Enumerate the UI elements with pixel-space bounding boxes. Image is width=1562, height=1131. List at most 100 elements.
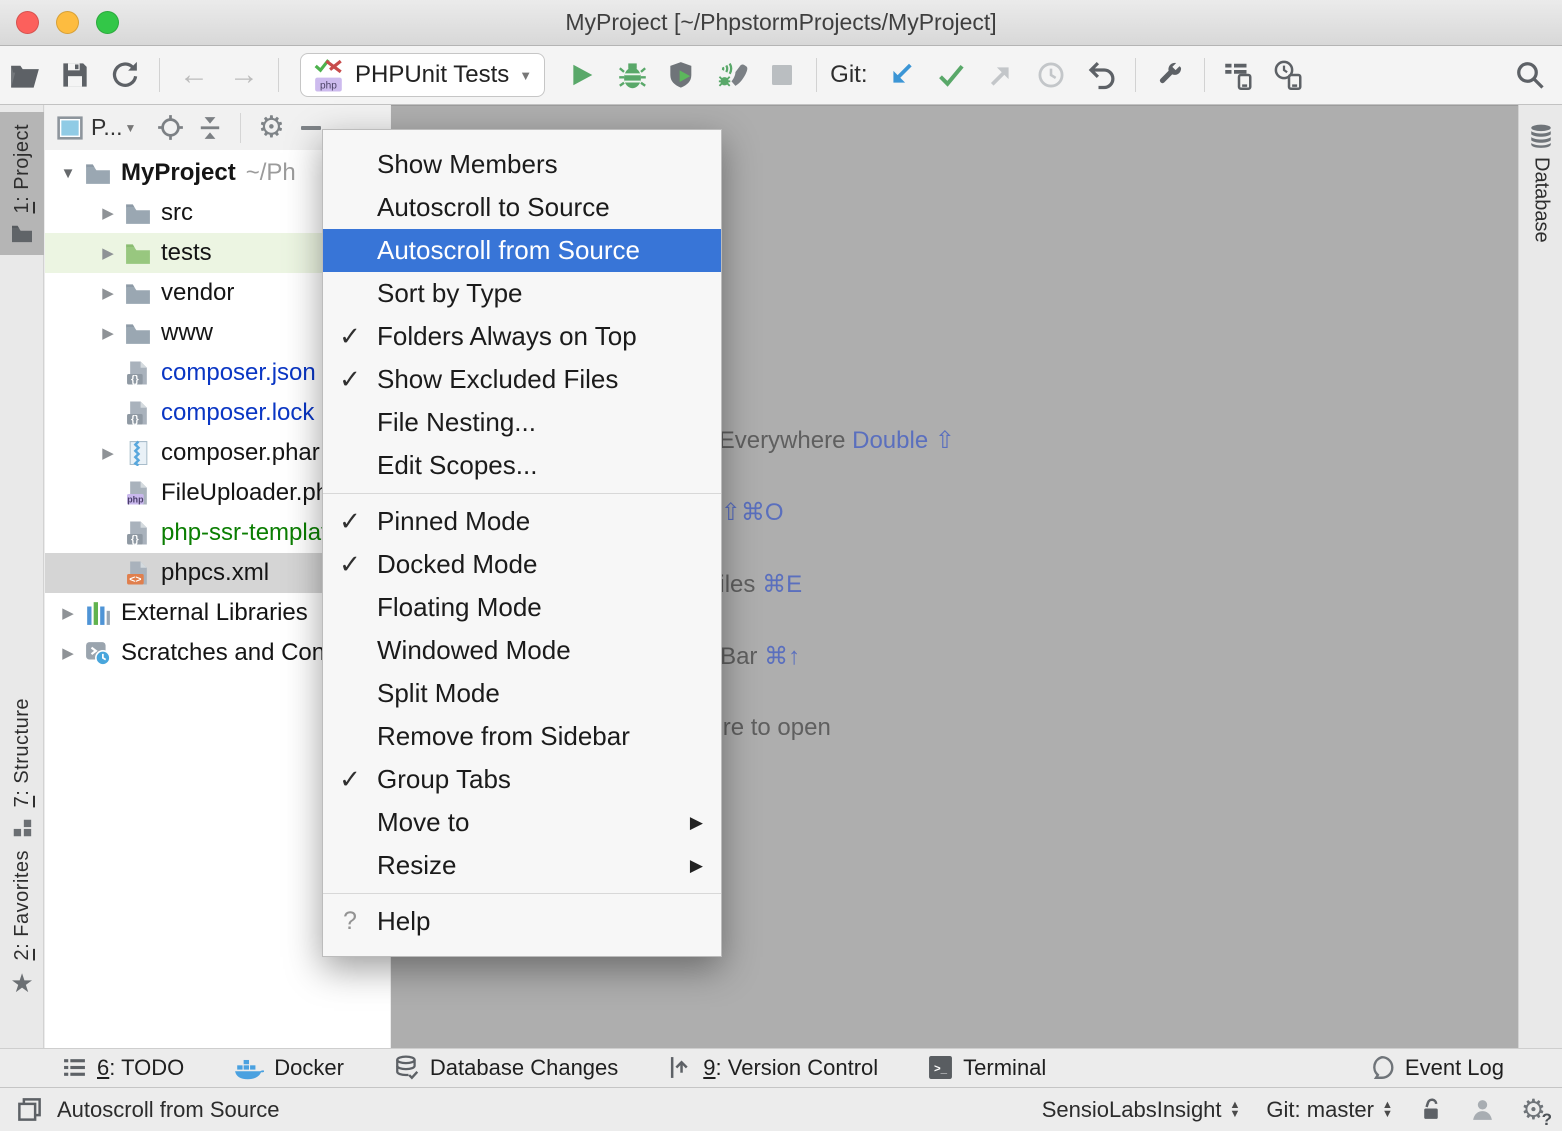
- debug-icon[interactable]: [614, 57, 650, 93]
- menu-item-split-mode[interactable]: Split Mode: [323, 672, 721, 715]
- open-icon[interactable]: [7, 57, 43, 93]
- menu-item-resize[interactable]: Resize▶: [323, 844, 721, 887]
- menu-item-docked-mode[interactable]: ✓Docked Mode: [323, 543, 721, 586]
- archive-file-icon: [123, 438, 153, 468]
- libraries-icon-icon: [83, 598, 113, 628]
- chevron-collapsed-icon[interactable]: ▶: [93, 244, 123, 262]
- git-commit-icon[interactable]: [933, 57, 969, 93]
- toolbar-separator: [159, 58, 160, 92]
- device-clock-icon[interactable]: [1271, 57, 1307, 93]
- collapse-all-icon[interactable]: [194, 112, 226, 144]
- zoom-button[interactable]: [96, 11, 119, 34]
- tree-item-label: phpcs.xml: [161, 559, 269, 587]
- folder-gray-icon: [83, 158, 113, 188]
- menu-item-label: Help: [377, 906, 721, 937]
- tool-window-button-label: Database Changes: [430, 1055, 618, 1081]
- tab-database[interactable]: Database: [1519, 123, 1562, 243]
- updown-arrows-icon: ▲▼: [1230, 1101, 1241, 1119]
- git-label: Git:: [830, 61, 867, 89]
- phpunit-icon: php: [313, 57, 345, 93]
- folder-gray-icon: [123, 278, 153, 308]
- tree-item-path-suffix: ~/Ph: [246, 159, 296, 187]
- close-button[interactable]: [16, 11, 39, 34]
- tool-window-button-version-control[interactable]: 9: Version Control: [668, 1055, 878, 1081]
- main-toolbar: ← → php PHPUnit Tests ▼ Git:: [0, 46, 1562, 105]
- menu-item-floating-mode[interactable]: Floating Mode: [323, 586, 721, 629]
- chevron-collapsed-icon[interactable]: ▶: [53, 604, 83, 622]
- menu-item-autoscroll-from-source[interactable]: Autoscroll from Source: [323, 229, 721, 272]
- status-message: Autoscroll from Source: [57, 1097, 280, 1123]
- sync-icon[interactable]: [107, 57, 143, 93]
- gear-help-icon[interactable]: ⚙?: [1521, 1096, 1546, 1124]
- xml-file-icon: <>: [123, 558, 153, 588]
- tree-item-label: composer.json: [161, 359, 316, 387]
- wrench-icon[interactable]: [1152, 57, 1188, 93]
- minimize-button[interactable]: [56, 11, 79, 34]
- menu-separator: [323, 893, 721, 894]
- revert-icon[interactable]: [1083, 57, 1119, 93]
- status-bar-widgets: SensioLabsInsight▲▼ Git: master▲▼ ⚙?: [1042, 1096, 1546, 1124]
- git-update-icon[interactable]: [883, 57, 919, 93]
- chevron-down-icon[interactable]: ▼: [125, 121, 137, 135]
- svg-text:{}: {}: [131, 414, 139, 425]
- menu-item-help[interactable]: ?Help: [323, 900, 721, 943]
- menu-item-autoscroll-to-source[interactable]: Autoscroll to Source: [323, 186, 721, 229]
- run-coverage-icon[interactable]: [664, 57, 700, 93]
- menu-item-group-tabs[interactable]: ✓Group Tabs: [323, 758, 721, 801]
- run-icon[interactable]: [564, 57, 600, 93]
- chevron-expanded-icon[interactable]: ▼: [53, 165, 83, 182]
- menu-item-file-nesting[interactable]: File Nesting...: [323, 401, 721, 444]
- checkmark-icon: ✓: [323, 764, 377, 795]
- search-icon[interactable]: [1512, 57, 1548, 93]
- toolbar-separator: [1204, 58, 1205, 92]
- menu-item-pinned-mode[interactable]: ✓Pinned Mode: [323, 500, 721, 543]
- chevron-collapsed-icon[interactable]: ▶: [93, 444, 123, 462]
- tool-window-button-event-log[interactable]: Event Log: [1369, 1055, 1504, 1081]
- tab-favorites[interactable]: 2: Favorites★: [0, 838, 44, 1008]
- tool-window-toggle-icon[interactable]: [16, 1096, 43, 1123]
- status-widget-sensiolabsinsight[interactable]: SensioLabsInsight▲▼: [1042, 1097, 1241, 1123]
- back-icon[interactable]: ←: [176, 57, 212, 93]
- scratches-icon-icon: [83, 638, 113, 668]
- tool-window-button-todo[interactable]: 6: TODO: [62, 1055, 184, 1081]
- menu-item-remove-from-sidebar[interactable]: Remove from Sidebar: [323, 715, 721, 758]
- inspections-profile-icon[interactable]: [1470, 1097, 1495, 1122]
- run-configuration-select[interactable]: php PHPUnit Tests ▼: [300, 53, 545, 97]
- svg-text:>_: >_: [934, 1063, 948, 1075]
- menu-item-move-to[interactable]: Move to▶: [323, 801, 721, 844]
- tool-window-button-label: Docker: [274, 1055, 344, 1081]
- tool-window-button-docker[interactable]: Docker: [234, 1055, 344, 1081]
- menu-item-show-members[interactable]: Show Members: [323, 143, 721, 186]
- forward-icon[interactable]: →: [226, 57, 262, 93]
- menu-item-label: Sort by Type: [377, 278, 721, 309]
- chevron-collapsed-icon[interactable]: ▶: [93, 284, 123, 302]
- chevron-collapsed-icon[interactable]: ▶: [93, 324, 123, 342]
- unlock-icon[interactable]: [1419, 1097, 1444, 1122]
- menu-item-edit-scopes[interactable]: Edit Scopes...: [323, 444, 721, 487]
- status-widget-git-master[interactable]: Git: master▲▼: [1266, 1097, 1392, 1123]
- menu-item-show-excluded-files[interactable]: ✓Show Excluded Files: [323, 358, 721, 401]
- menu-item-label: Move to: [377, 807, 690, 838]
- chevron-collapsed-icon[interactable]: ▶: [53, 644, 83, 662]
- gear-icon[interactable]: ⚙: [255, 112, 287, 144]
- project-view-selector[interactable]: P...: [91, 114, 123, 141]
- chevron-collapsed-icon[interactable]: ▶: [93, 204, 123, 222]
- locate-icon[interactable]: [154, 112, 186, 144]
- save-icon[interactable]: [57, 57, 93, 93]
- device-sync-icon[interactable]: [1221, 57, 1257, 93]
- tab-structure[interactable]: 7: Structure: [0, 686, 44, 851]
- tree-item-label: php-ssr-template: [161, 519, 341, 547]
- database-changes-icon: [394, 1055, 420, 1081]
- menu-item-sort-by-type[interactable]: Sort by Type: [323, 272, 721, 315]
- folder-green-icon: [123, 238, 153, 268]
- todo-icon: [62, 1055, 87, 1080]
- tool-window-button-database-changes[interactable]: Database Changes: [394, 1055, 618, 1081]
- listen-debug-icon[interactable]: [714, 57, 750, 93]
- menu-item-folders-always-on-top[interactable]: ✓Folders Always on Top: [323, 315, 721, 358]
- menu-item-label: Remove from Sidebar: [377, 721, 721, 752]
- menu-item-windowed-mode[interactable]: Windowed Mode: [323, 629, 721, 672]
- menu-item-label: Autoscroll to Source: [377, 192, 721, 223]
- tab-project[interactable]: 1: Project: [0, 112, 44, 255]
- tree-item-label: src: [161, 199, 193, 227]
- tool-window-button-terminal[interactable]: >_Terminal: [928, 1055, 1046, 1081]
